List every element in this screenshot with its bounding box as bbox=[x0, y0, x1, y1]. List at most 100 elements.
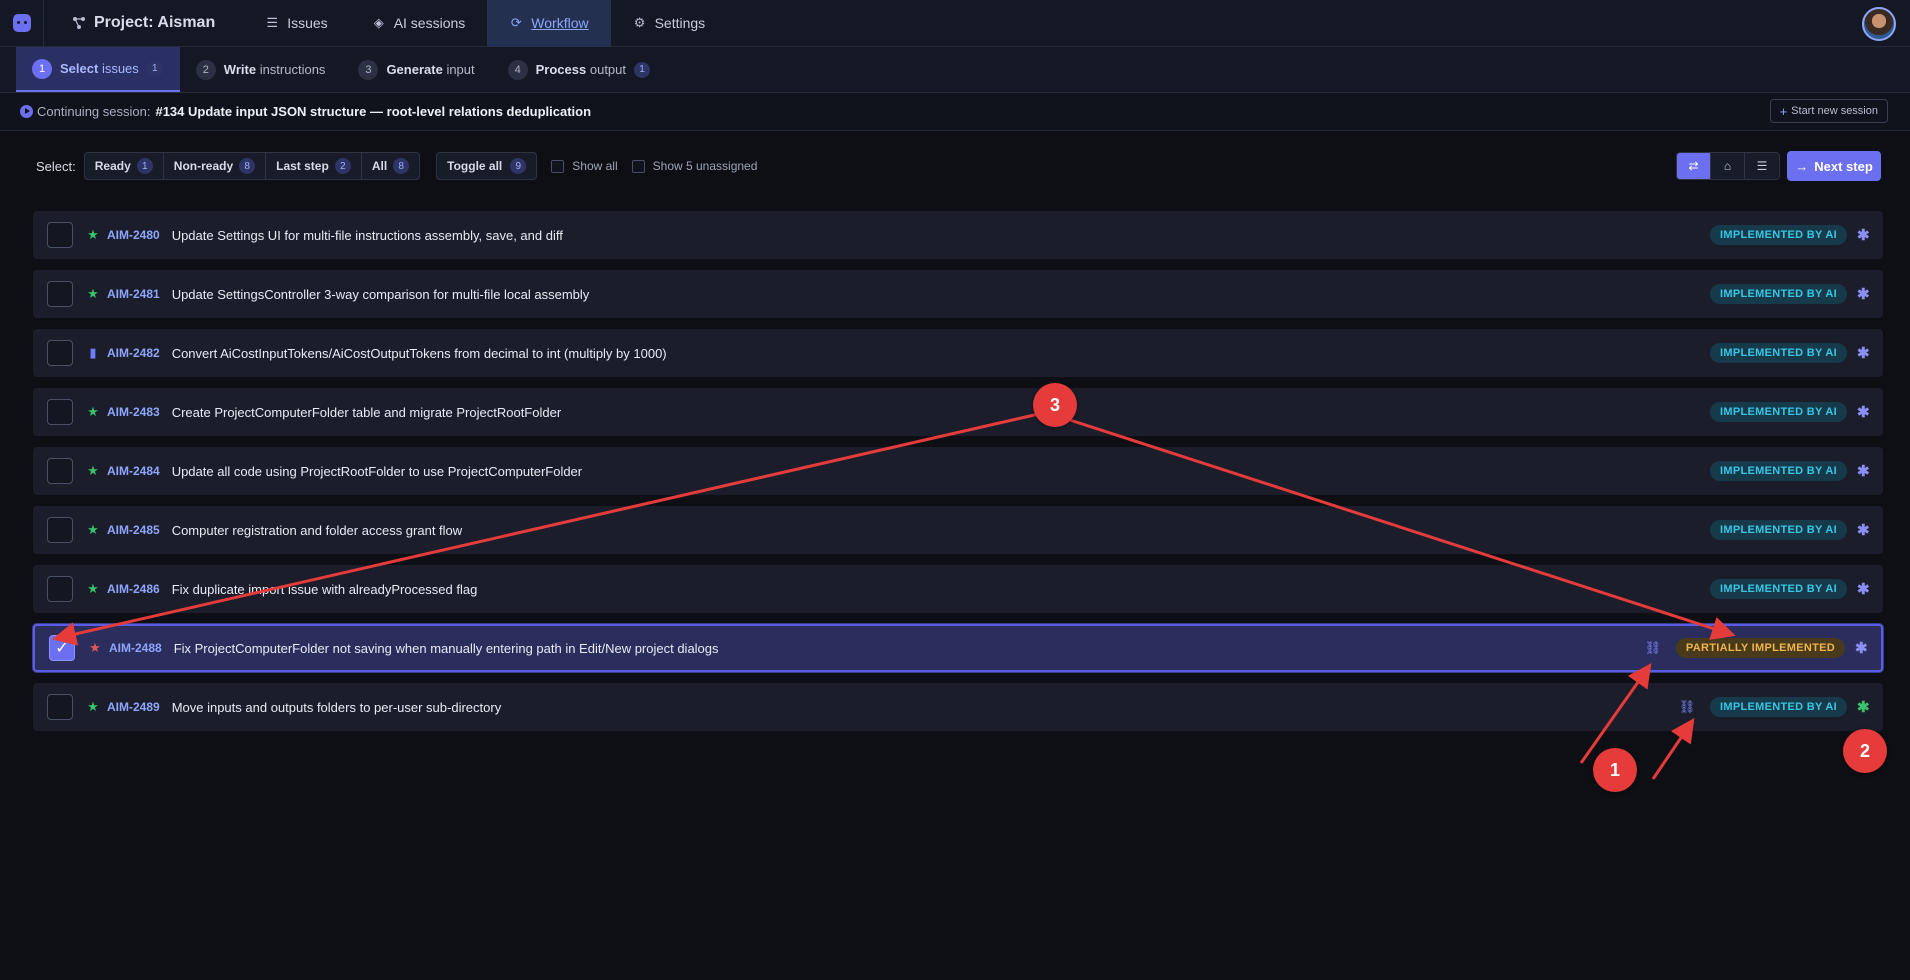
list-check-icon: ☰ bbox=[266, 15, 279, 30]
issue-row-right: IMPLEMENTED BY AI ✱ bbox=[1710, 388, 1870, 436]
asterisk-icon[interactable]: ✱ bbox=[1857, 580, 1870, 598]
issue-title[interactable]: Update all code using ProjectRootFolder … bbox=[172, 464, 582, 479]
issue-title[interactable]: Update Settings UI for multi-file instru… bbox=[172, 228, 563, 243]
issue-checkbox[interactable]: ✓ bbox=[49, 635, 75, 661]
project-selector[interactable]: Project: Aisman bbox=[44, 0, 243, 47]
issue-row[interactable]: ★ AIM-2481 Update SettingsController 3-way… bbox=[33, 270, 1883, 318]
step-count-badge: 1 bbox=[146, 60, 163, 77]
issue-checkbox[interactable] bbox=[47, 576, 73, 602]
issue-checkbox[interactable] bbox=[47, 222, 73, 248]
story-star-icon: ★ bbox=[87, 227, 99, 242]
issue-key[interactable]: AIM-2480 bbox=[107, 228, 160, 242]
issue-key[interactable]: AIM-2484 bbox=[107, 464, 160, 478]
step-select-issues[interactable]: 1 Select issues 1 bbox=[16, 47, 180, 92]
step-label-bold: Select bbox=[60, 61, 99, 76]
select-non-ready-button[interactable]: Non-ready 8 bbox=[164, 153, 267, 179]
user-avatar[interactable] bbox=[1862, 7, 1896, 41]
issue-row-right: IMPLEMENTED BY AI ✱ bbox=[1710, 565, 1870, 613]
asterisk-icon[interactable]: ✱ bbox=[1857, 344, 1870, 362]
view-hat-icon[interactable]: ⌂ bbox=[1711, 153, 1745, 179]
issue-key[interactable]: AIM-2486 bbox=[107, 582, 160, 596]
select-ready-button[interactable]: Ready 1 bbox=[85, 153, 164, 179]
seg-count: 8 bbox=[239, 158, 256, 174]
asterisk-icon[interactable]: ✱ bbox=[1857, 521, 1870, 539]
asterisk-icon[interactable]: ✱ bbox=[1857, 403, 1870, 421]
issue-row[interactable]: ★ AIM-2486 Fix duplicate import issue with… bbox=[33, 565, 1883, 613]
issue-row[interactable]: ★ AIM-2483 Create ProjectComputerFolder ta… bbox=[33, 388, 1883, 436]
story-star-icon: ★ bbox=[87, 463, 99, 478]
issue-title[interactable]: Update SettingsController 3-way comparis… bbox=[172, 287, 590, 302]
issue-key[interactable]: AIM-2489 bbox=[107, 700, 160, 714]
issue-row-right: IMPLEMENTED BY AI ✱ bbox=[1710, 211, 1870, 259]
status-badge: IMPLEMENTED BY AI bbox=[1710, 343, 1847, 363]
app-logo[interactable] bbox=[0, 0, 44, 47]
issue-row[interactable]: ★ AIM-2485 Computer registration and folde… bbox=[33, 506, 1883, 554]
view-checklist-icon[interactable]: ☰ bbox=[1745, 153, 1779, 179]
issue-key[interactable]: AIM-2488 bbox=[109, 641, 162, 655]
step-number: 2 bbox=[195, 59, 216, 80]
nav-issues[interactable]: ☰ Issues bbox=[243, 0, 349, 47]
asterisk-icon[interactable]: ✱ bbox=[1855, 639, 1868, 657]
issue-key[interactable]: AIM-2485 bbox=[107, 523, 160, 537]
nav-workflow[interactable]: ⟳ Workflow bbox=[487, 0, 611, 47]
asterisk-icon[interactable]: ✱ bbox=[1857, 285, 1870, 303]
issue-row[interactable]: ★ AIM-2489 Move inputs and outputs folders… bbox=[33, 683, 1883, 731]
select-all-button[interactable]: All 8 bbox=[362, 153, 419, 179]
gear-icon: ⚙ bbox=[633, 15, 646, 30]
status-badge: IMPLEMENTED BY AI bbox=[1710, 697, 1847, 717]
issue-row[interactable]: ★ AIM-2480 Update Settings UI for multi-fi… bbox=[33, 211, 1883, 259]
cycle-icon: ⟳ bbox=[510, 15, 522, 30]
issue-checkbox[interactable] bbox=[47, 399, 73, 425]
issue-row[interactable]: ▮ AIM-2482 Convert AiCostInputTokens/AiCos… bbox=[33, 329, 1883, 377]
issue-checkbox[interactable] bbox=[47, 694, 73, 720]
seg-label: Ready bbox=[94, 159, 131, 173]
step-label-rest: output bbox=[589, 62, 627, 77]
issue-checkbox[interactable] bbox=[47, 281, 73, 307]
issue-title[interactable]: Convert AiCostInputTokens/AiCostOutputTo… bbox=[172, 346, 667, 361]
linked-issue-icon[interactable]: ⛓ bbox=[1645, 640, 1662, 655]
nav-settings[interactable]: ⚙ Settings bbox=[611, 0, 728, 47]
show-unassigned-checkbox[interactable]: Show 5 unassigned bbox=[631, 159, 757, 173]
annotation-marker-1: 1 bbox=[1593, 748, 1637, 792]
start-new-session-label: Start new session bbox=[1791, 105, 1878, 117]
story-star-icon: ★ bbox=[87, 286, 99, 301]
issue-checkbox[interactable] bbox=[47, 458, 73, 484]
issue-checkbox[interactable] bbox=[47, 340, 73, 366]
step-label-rest: input bbox=[446, 62, 475, 77]
issue-key[interactable]: AIM-2483 bbox=[107, 405, 160, 419]
step-write-instructions[interactable]: 2 Write instructions bbox=[180, 47, 343, 92]
story-star-icon: ★ bbox=[87, 404, 99, 419]
issue-row-right: IMPLEMENTED BY AI ✱ bbox=[1710, 270, 1870, 318]
asterisk-icon[interactable]: ✱ bbox=[1857, 462, 1870, 480]
step-process-output[interactable]: 4 Process output 1 bbox=[492, 47, 667, 92]
layers-icon: ◈ bbox=[373, 15, 384, 30]
story-star-icon: ★ bbox=[87, 581, 99, 596]
asterisk-icon[interactable]: ✱ bbox=[1857, 226, 1870, 244]
plus-icon: + bbox=[1779, 103, 1788, 119]
issue-key[interactable]: AIM-2482 bbox=[107, 346, 160, 360]
toggle-all-count: 9 bbox=[510, 158, 527, 174]
issue-title[interactable]: Fix ProjectComputerFolder not saving whe… bbox=[174, 641, 719, 656]
issue-title[interactable]: Move inputs and outputs folders to per-u… bbox=[172, 700, 502, 715]
next-step-button[interactable]: → Next step bbox=[1787, 151, 1881, 181]
start-new-session-button[interactable]: + Start new session bbox=[1769, 99, 1888, 123]
checkbox-box bbox=[551, 159, 565, 173]
show-all-label: Show all bbox=[572, 159, 618, 173]
step-label-bold: Process bbox=[535, 62, 587, 77]
asterisk-icon[interactable]: ✱ bbox=[1857, 698, 1870, 716]
toggle-all-button[interactable]: Toggle all 9 bbox=[436, 152, 538, 180]
issue-checkbox[interactable] bbox=[47, 517, 73, 543]
issue-title[interactable]: Fix duplicate import issue with alreadyP… bbox=[172, 582, 478, 597]
select-last-step-button[interactable]: Last step 2 bbox=[266, 153, 362, 179]
issue-row[interactable]: ✓ ★ AIM-2488 Fix ProjectComputerFolder not … bbox=[33, 624, 1883, 672]
issue-title[interactable]: Computer registration and folder access … bbox=[172, 523, 462, 538]
show-all-checkbox[interactable]: Show all bbox=[551, 159, 618, 173]
issue-row[interactable]: ★ AIM-2484 Update all code using ProjectRo… bbox=[33, 447, 1883, 495]
step-generate-input[interactable]: 3 Generate input bbox=[342, 47, 491, 92]
next-step-label: Next step bbox=[1814, 158, 1873, 174]
nav-ai-sessions[interactable]: ◈ AI sessions bbox=[350, 0, 488, 47]
view-hierarchy-icon[interactable]: ⇄ bbox=[1677, 153, 1711, 179]
issue-key[interactable]: AIM-2481 bbox=[107, 287, 160, 301]
issue-title[interactable]: Create ProjectComputerFolder table and m… bbox=[172, 405, 561, 420]
linked-issue-icon[interactable]: ⛓ bbox=[1679, 699, 1696, 714]
